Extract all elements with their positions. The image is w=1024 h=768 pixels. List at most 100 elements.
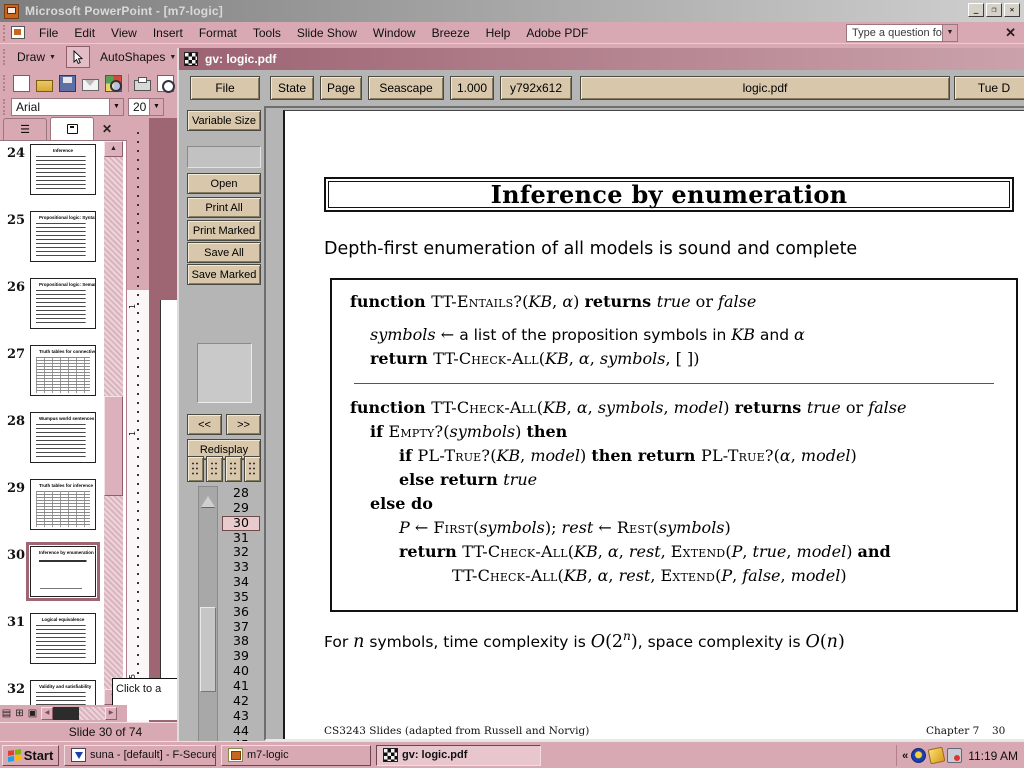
gv-page-38[interactable]: 38 xyxy=(222,634,260,649)
gv-page-35[interactable]: 35 xyxy=(222,590,260,605)
gv-scroll-up-icon[interactable] xyxy=(201,489,215,507)
gv-pagesize-button[interactable]: y792x612 xyxy=(500,76,572,100)
font-name-dropdown-icon[interactable]: ▼ xyxy=(109,99,123,115)
slide-thumbnail-26[interactable]: 26Propositional logic: Semantics xyxy=(0,278,104,345)
gv-pagelist-scrollbar[interactable] xyxy=(198,486,218,741)
hscroll-thumb[interactable] xyxy=(53,707,79,720)
gv-page-32[interactable]: 32 xyxy=(222,545,260,560)
menu-window[interactable]: Window xyxy=(365,23,424,44)
gv-page-30[interactable]: 30 xyxy=(222,516,260,531)
tab-outline[interactable]: ☰ xyxy=(3,118,47,140)
gv-size-field[interactable] xyxy=(187,146,261,168)
gv-print-all-button[interactable]: Print All xyxy=(187,197,261,218)
save-icon[interactable] xyxy=(59,75,76,92)
menu-breeze[interactable]: Breeze xyxy=(424,23,478,44)
normal-view-icon[interactable]: ▤ xyxy=(0,708,13,719)
tray-icon-1[interactable] xyxy=(911,748,926,763)
gv-titlebar[interactable]: gv: logic.pdf xyxy=(179,48,1024,70)
gv-page-42[interactable]: 42 xyxy=(222,694,260,709)
slide-thumb-preview[interactable]: Inference xyxy=(30,144,96,195)
gv-page-36[interactable]: 36 xyxy=(222,605,260,620)
email-icon[interactable] xyxy=(82,79,99,91)
gv-orientation-button[interactable]: Seascape xyxy=(368,76,444,100)
menu-view[interactable]: View xyxy=(103,23,145,44)
draw-toolbar-grip[interactable] xyxy=(3,49,8,65)
gv-page-37[interactable]: 37 xyxy=(222,620,260,635)
gv-page-33[interactable]: 33 xyxy=(222,560,260,575)
panel-close-icon[interactable]: ✕ xyxy=(102,122,112,140)
tray-icon-3[interactable] xyxy=(947,748,962,763)
gv-page-34[interactable]: 34 xyxy=(222,575,260,590)
scroll-right-icon[interactable]: ▶ xyxy=(105,707,117,720)
gv-page-button[interactable]: Page xyxy=(320,76,362,100)
gv-prev-page-button[interactable]: << xyxy=(187,414,222,435)
tray-chevron-icon[interactable]: « xyxy=(902,750,908,762)
slide-sorter-view-icon[interactable]: ⊞ xyxy=(13,708,26,719)
gv-page-31[interactable]: 31 xyxy=(222,531,260,546)
gv-print-marked-button[interactable]: Print Marked xyxy=(187,220,261,241)
menu-slide-show[interactable]: Slide Show xyxy=(289,23,365,44)
gv-next-page-button[interactable]: >> xyxy=(226,414,261,435)
menu-edit[interactable]: Edit xyxy=(66,23,103,44)
slide-thumb-preview[interactable]: Inference by enumeration xyxy=(30,546,96,597)
horizontal-scrollbar[interactable]: ◀ ▶ xyxy=(41,707,117,720)
taskbar-button-fsecure[interactable]: suna - [default] - F-Secure... xyxy=(64,745,216,766)
search-icon[interactable] xyxy=(105,75,122,92)
slide-thumb-preview[interactable]: Validity and satisfiability xyxy=(30,680,96,705)
gv-scale-button[interactable]: 1.000 xyxy=(450,76,494,100)
start-button[interactable]: Start xyxy=(2,745,59,766)
slide-thumb-preview[interactable]: Propositional logic: Semantics xyxy=(30,278,96,329)
slide-thumb-preview[interactable]: Truth tables for connectives xyxy=(30,345,96,396)
menubar-grip[interactable] xyxy=(3,25,8,41)
slide-thumbnail-24[interactable]: 24Inference xyxy=(0,144,104,211)
scroll-left-icon[interactable]: ◀ xyxy=(41,707,53,720)
gv-variable-size-button[interactable]: Variable Size xyxy=(187,110,261,131)
slide-thumbnail-32[interactable]: 32Validity and satisfiability xyxy=(0,680,104,705)
print-preview-icon[interactable] xyxy=(157,75,174,92)
gv-page-43[interactable]: 43 xyxy=(222,709,260,724)
help-question-input[interactable]: Type a question for help xyxy=(846,24,943,42)
scrollbar-thumb[interactable] xyxy=(104,396,123,496)
scroll-up-icon[interactable]: ▲ xyxy=(104,141,123,157)
slide-thumb-preview[interactable]: Truth tables for inference xyxy=(30,479,96,530)
gv-page-41[interactable]: 41 xyxy=(222,679,260,694)
slide-thumbnail-29[interactable]: 29Truth tables for inference xyxy=(0,479,104,546)
slide-thumbnail-28[interactable]: 28Wumpus world sentences xyxy=(0,412,104,479)
gv-file-button[interactable]: File xyxy=(190,76,260,100)
slide-thumbnail-25[interactable]: 25Propositional logic: Syntax xyxy=(0,211,104,278)
slide-thumbnail-27[interactable]: 27Truth tables for connectives xyxy=(0,345,104,412)
gv-page-28[interactable]: 28 xyxy=(222,486,260,501)
thumbnail-scrollbar[interactable]: ▲ ▼ xyxy=(104,141,123,705)
minimize-button[interactable]: _ xyxy=(968,3,984,17)
gv-mark-button-1[interactable] xyxy=(187,456,204,482)
slide-thumbnail-31[interactable]: 31Logical equivalence xyxy=(0,613,104,680)
gv-page-29[interactable]: 29 xyxy=(222,501,260,516)
format-toolbar-grip[interactable] xyxy=(3,99,8,115)
gv-page-40[interactable]: 40 xyxy=(222,664,260,679)
menu-file[interactable]: File xyxy=(31,23,66,44)
gv-page-44[interactable]: 44 xyxy=(222,724,260,739)
gv-save-all-button[interactable]: Save All xyxy=(187,242,261,263)
gv-state-button[interactable]: State xyxy=(270,76,314,100)
slide-thumb-preview[interactable]: Propositional logic: Syntax xyxy=(30,211,96,262)
font-size-dropdown-icon[interactable]: ▼ xyxy=(149,99,163,115)
document-close-icon[interactable]: ✕ xyxy=(1005,26,1016,40)
menu-adobe-pdf[interactable]: Adobe PDF xyxy=(518,23,596,44)
gv-date-button[interactable]: Tue D xyxy=(954,76,1024,100)
gv-filename-field[interactable]: logic.pdf xyxy=(580,76,950,100)
select-arrow-button[interactable] xyxy=(66,46,90,68)
standard-toolbar-grip[interactable] xyxy=(3,75,7,91)
taskbar-button-powerpoint[interactable]: m7-logic xyxy=(221,745,371,766)
menu-tools[interactable]: Tools xyxy=(245,23,289,44)
font-size-combo[interactable]: 20▼ xyxy=(128,98,164,116)
draw-menu-button[interactable]: Draw▼ xyxy=(11,47,62,67)
gv-open-button[interactable]: Open xyxy=(187,173,261,194)
taskbar-button-gv[interactable]: gv: logic.pdf xyxy=(376,745,541,766)
help-dropdown-arrow-icon[interactable]: ▼ xyxy=(943,24,958,42)
open-folder-icon[interactable] xyxy=(36,80,53,92)
gv-scrollbar-thumb[interactable] xyxy=(200,607,216,692)
menu-insert[interactable]: Insert xyxy=(145,23,191,44)
slide-thumb-preview[interactable]: Wumpus world sentences xyxy=(30,412,96,463)
gv-page-locator[interactable] xyxy=(197,343,252,403)
restore-button[interactable]: ❐ xyxy=(986,3,1002,17)
